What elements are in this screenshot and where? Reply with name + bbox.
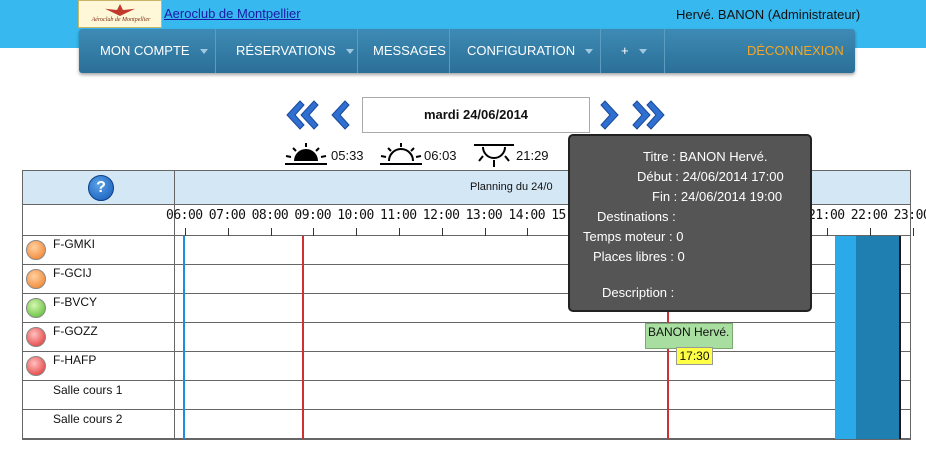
- hour-label: 14:00: [508, 208, 546, 223]
- status-red-icon: [26, 327, 46, 347]
- resource-name: F-GMKI: [53, 237, 95, 251]
- twilight-band: [835, 236, 856, 439]
- logo-text: Aéroclub de Montpellier: [91, 17, 151, 23]
- sunrise-marker: [183, 236, 185, 439]
- resource-row[interactable]: F-GOZZ: [23, 323, 910, 352]
- resource-name: Salle cours 1: [53, 383, 123, 397]
- dawn-time: 05:33: [331, 148, 364, 163]
- hour-label: 11:00: [380, 208, 417, 223]
- chevron-down-icon: [585, 49, 594, 55]
- wing-logo-icon: [105, 4, 135, 16]
- resource-label: F-GCIJ: [23, 265, 175, 293]
- time-marker: [302, 236, 304, 439]
- sunset-time: 21:29: [516, 148, 549, 163]
- hour-label: 22:00: [850, 208, 888, 223]
- resource-name: F-BVCY: [53, 295, 98, 309]
- hour-label: 10:00: [337, 208, 374, 223]
- hour-tick: [484, 228, 486, 236]
- dawn-icon: [285, 143, 327, 165]
- booking-block[interactable]: BANON Hervé.: [645, 323, 733, 349]
- hour-label: 08:00: [251, 208, 289, 223]
- sunrise-time: 06:03: [424, 148, 457, 163]
- booking-tooltip: Titre : BANON Hervé. Début : 24/06/2014 …: [568, 134, 812, 312]
- status-orange-icon: [26, 269, 46, 289]
- tooltip-description: Description :: [602, 285, 675, 300]
- tooltip-free-seats: Places libres : 0: [593, 249, 685, 264]
- hour-label: 12:00: [422, 208, 460, 223]
- menu-account-label: MON COMPTE: [100, 43, 190, 58]
- hour-label: 07:00: [208, 208, 246, 223]
- hour-label: 13:00: [465, 208, 503, 223]
- hour-tick: [441, 228, 443, 236]
- hour-tick: [270, 228, 272, 236]
- club-link[interactable]: Aeroclub de Montpellier: [164, 6, 301, 21]
- tooltip-engine-time: Temps moteur : 0: [583, 229, 684, 244]
- next-week-icon[interactable]: [632, 98, 668, 132]
- hour-tick: [912, 228, 914, 236]
- logout-button[interactable]: DÉCONNEXION: [747, 29, 855, 73]
- time-scale-spacer: [23, 205, 175, 236]
- hour-tick: [313, 228, 315, 236]
- logout-label: DÉCONNEXION: [747, 43, 844, 58]
- resource-name: Salle cours 2: [53, 412, 123, 426]
- hour-label: 06:00: [166, 208, 203, 223]
- night-band: [856, 236, 900, 439]
- hour-tick: [356, 228, 358, 236]
- date-field[interactable]: mardi 24/06/2014: [362, 97, 590, 133]
- previous-week-icon[interactable]: [283, 98, 319, 132]
- menu-messages-label: MESSAGES: [373, 43, 446, 58]
- club-logo[interactable]: Aéroclub de Montpellier: [78, 0, 162, 28]
- resource-row[interactable]: Salle cours 2: [23, 410, 910, 439]
- chevron-down-icon: [638, 49, 647, 55]
- planning-header-left: ?: [23, 171, 175, 205]
- tooltip-start: Début : 24/06/2014 17:00: [637, 169, 784, 184]
- hour-label: 23:00: [893, 208, 926, 223]
- resource-name: F-GOZZ: [53, 324, 98, 338]
- resource-label: F-BVCY: [23, 294, 175, 322]
- help-icon[interactable]: ?: [88, 175, 114, 201]
- resource-row[interactable]: Salle cours 1: [23, 381, 910, 410]
- hour-tick: [527, 228, 529, 236]
- status-red-icon: [26, 356, 46, 376]
- hour-tick: [399, 228, 400, 236]
- planning-title: Planning du 24/0: [470, 181, 553, 193]
- resource-name: F-GCIJ: [53, 266, 92, 280]
- resource-label: F-GMKI: [23, 236, 175, 264]
- chevron-down-icon: [345, 49, 354, 55]
- main-menu: MON COMPTE RÉSERVATIONS MESSAGES CONFIGU…: [79, 29, 855, 73]
- resource-label: Salle cours 1: [23, 381, 175, 409]
- user-name: Hervé. BANON (Administrateur): [676, 7, 861, 22]
- resource-label: F-HAFP: [23, 352, 175, 380]
- previous-day-icon[interactable]: [327, 98, 353, 132]
- menu-configuration-label: CONFIGURATION: [467, 43, 576, 58]
- resource-label: Salle cours 2: [23, 410, 175, 438]
- hour-tick: [227, 228, 229, 236]
- resource-label: F-GOZZ: [23, 323, 175, 351]
- status-orange-icon: [26, 240, 46, 260]
- resource-name: F-HAFP: [53, 353, 97, 367]
- menu-plus-label: +: [621, 43, 629, 58]
- current-time-badge: 17:30: [676, 347, 713, 365]
- hour-tick: [869, 228, 871, 236]
- tooltip-end: Fin : 24/06/2014 19:00: [652, 189, 783, 204]
- menu-account[interactable]: MON COMPTE: [79, 29, 216, 73]
- resource-row[interactable]: F-HAFP: [23, 352, 910, 381]
- menu-configuration[interactable]: CONFIGURATION: [450, 29, 601, 73]
- tooltip-title: Titre : BANON Hervé.: [643, 149, 768, 164]
- menu-plus[interactable]: +: [601, 29, 665, 73]
- sunset-icon: [474, 144, 514, 167]
- hour-label: 21:00: [808, 208, 845, 223]
- chevron-down-icon: [199, 49, 208, 55]
- menu-reservations[interactable]: RÉSERVATIONS: [216, 29, 358, 73]
- status-green-icon: [26, 298, 46, 318]
- sunrise-icon: [380, 143, 422, 165]
- next-day-icon[interactable]: [597, 98, 623, 132]
- menu-reservations-label: RÉSERVATIONS: [236, 43, 336, 58]
- hour-tick: [827, 228, 828, 236]
- menu-messages[interactable]: MESSAGES: [358, 29, 450, 73]
- hour-label: 09:00: [294, 208, 332, 223]
- tooltip-destinations: Destinations :: [597, 209, 676, 224]
- hour-tick: [185, 228, 186, 236]
- day-end-marker: [899, 236, 901, 439]
